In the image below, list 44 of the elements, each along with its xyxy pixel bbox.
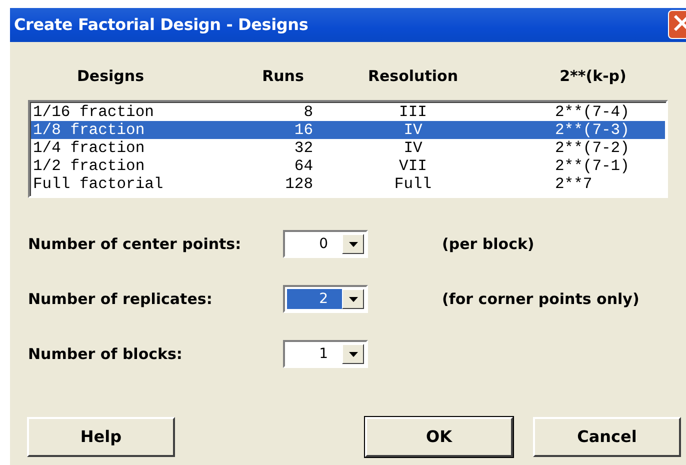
- formula-cell-text: 2**7: [555, 175, 594, 193]
- resolution-cell-text: IV: [402, 121, 424, 139]
- formula-cell-text: 2**(7-4): [555, 103, 630, 121]
- design-cell-text: Full factorial: [33, 175, 164, 193]
- window-title: Create Factorial Design - Designs: [14, 14, 308, 36]
- runs-cell-text: 128: [284, 175, 313, 193]
- design-cell-text: 1/16 fraction: [33, 103, 155, 121]
- design-cell-text: 1/2 fraction: [33, 157, 146, 175]
- list-row[interactable]: 1/8 fraction 16 IV 2**(7-3): [31, 121, 665, 139]
- column-header: 2**(k-p): [558, 66, 628, 87]
- formula-cell-text: 2**(7-1): [555, 157, 630, 175]
- resolution-cell-text: Full: [393, 175, 433, 193]
- list-row[interactable]: 1/16 fraction 8 III 2**(7-4): [31, 103, 665, 121]
- runs-cell-text: 64: [293, 157, 313, 175]
- list-row[interactable]: 1/2 fraction 64 VII 2**(7-1): [31, 157, 665, 175]
- column-header: Runs: [261, 66, 305, 87]
- dialog-button[interactable]: Cancel: [533, 417, 681, 457]
- runs-cell-text: 32: [293, 139, 313, 157]
- dropdown[interactable]: 0: [283, 230, 368, 258]
- dialog-button[interactable]: Help: [27, 417, 175, 457]
- formula-cell-text: 2**(7-3): [555, 121, 630, 139]
- hint-text: (per block): [442, 234, 534, 255]
- dropdown[interactable]: 2: [283, 285, 368, 313]
- list-row[interactable]: Full factorial 128 Full 2**7: [31, 175, 665, 193]
- design-cell-text: 1/4 fraction: [33, 139, 146, 157]
- resolution-cell-text: VII: [398, 157, 428, 175]
- caret-icon: [348, 242, 358, 246]
- dialog-button[interactable]: OK: [365, 417, 513, 457]
- column-header: Designs: [76, 66, 146, 87]
- list-row[interactable]: 1/4 fraction 32 IV 2**(7-2): [31, 139, 665, 157]
- field-label: Number of replicates:: [28, 288, 214, 310]
- field-label: Number of blocks:: [28, 344, 184, 365]
- resolution-cell-text: IV: [402, 139, 424, 157]
- resolution-cell-text: III: [398, 103, 428, 121]
- formula-cell-text: 2**(7-2): [555, 139, 630, 157]
- caret-icon: [348, 296, 358, 302]
- caret-icon: [348, 352, 358, 356]
- hint-text: (for corner points only): [442, 288, 640, 310]
- design-cell-text: 1/8 fraction: [33, 121, 146, 139]
- column-header: Resolution: [366, 66, 460, 87]
- runs-cell-text: 16: [293, 121, 313, 139]
- field-label: Number of center points:: [28, 234, 242, 255]
- dropdown[interactable]: 1: [283, 340, 368, 368]
- runs-cell-text: 8: [302, 103, 313, 121]
